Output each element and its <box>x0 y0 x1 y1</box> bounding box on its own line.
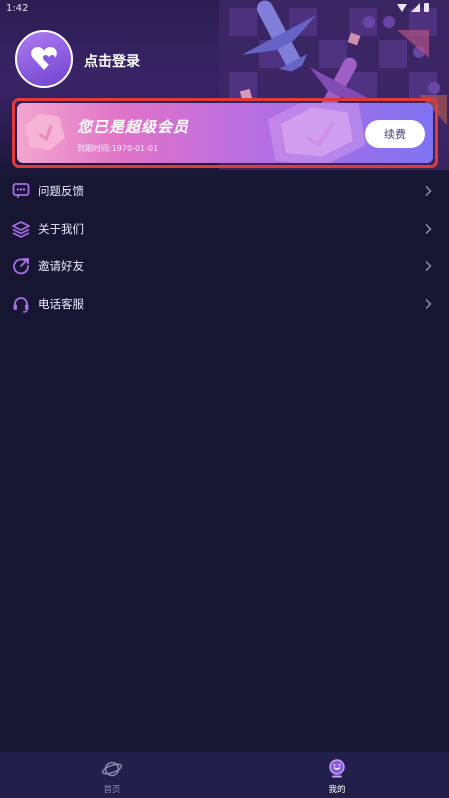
share-icon <box>13 258 29 275</box>
headset-icon <box>13 296 29 313</box>
wifi-icon <box>397 3 407 12</box>
menu-item-label: 问题反馈 <box>38 184 84 198</box>
feedback-icon <box>12 183 30 199</box>
login-link[interactable]: 点击登录 <box>84 51 140 71</box>
tab-home[interactable]: 首页 <box>0 752 224 798</box>
planet-icon <box>101 761 123 777</box>
battery-icon <box>424 3 429 12</box>
menu-item-about[interactable]: 关于我们 <box>0 210 449 248</box>
avatar[interactable] <box>15 30 73 88</box>
settings-menu: 问题反馈 关于我们 邀请好友 电话客服 <box>0 172 449 322</box>
status-bar: 1:42 <box>0 0 449 18</box>
tab-mine[interactable]: 我的 <box>225 752 449 798</box>
tab-home-label: 首页 <box>103 785 121 795</box>
menu-item-label: 电话客服 <box>38 296 84 311</box>
bottom-tab-bar: 首页 我的 <box>0 752 449 798</box>
renew-button[interactable]: 续费 <box>365 120 425 148</box>
menu-item-invite[interactable]: 邀请好友 <box>0 247 449 285</box>
vip-card[interactable]: 您已是超级会员 到期时间:1970-01-01 续费 <box>17 103 433 163</box>
chevron-right-icon <box>425 185 432 197</box>
chevron-right-icon <box>425 223 432 234</box>
vip-status-title: 您已是超级会员 <box>77 118 190 136</box>
menu-item-label: 邀请好友 <box>38 259 84 273</box>
chevron-right-icon <box>425 260 432 272</box>
menu-item-feedback[interactable]: 问题反馈 <box>0 172 449 210</box>
chevron-right-icon <box>425 298 432 309</box>
status-time: 1:42 <box>6 3 29 14</box>
menu-item-label: 关于我们 <box>38 221 84 236</box>
signal-icon <box>411 3 420 12</box>
layers-icon <box>12 220 30 238</box>
menu-item-phone-support[interactable]: 电话客服 <box>0 285 449 323</box>
heart-icon <box>31 47 57 70</box>
tab-mine-label: 我的 <box>328 785 346 795</box>
profile-icon <box>329 759 345 778</box>
vip-expiry-date: 到期时间:1970-01-01 <box>77 144 159 153</box>
